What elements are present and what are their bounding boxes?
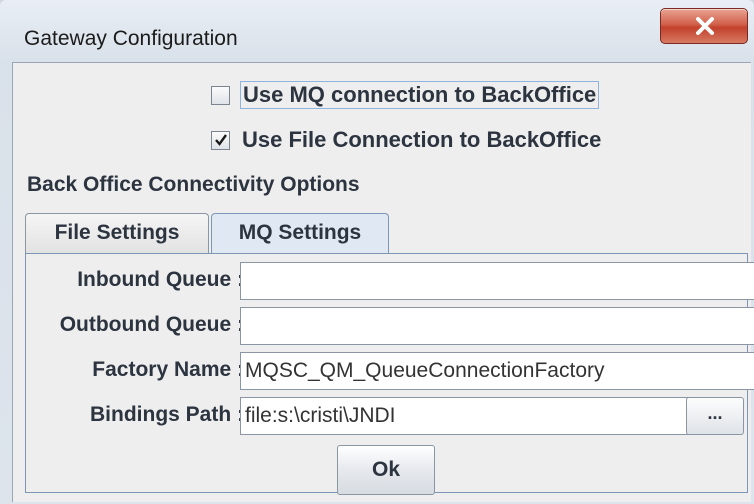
gateway-configuration-dialog: Gateway Configuration Use MQ connection … — [0, 0, 754, 504]
factory-name-label: Factory Name : — [92, 358, 244, 381]
factory-name-input[interactable]: MQSC_QM_QueueConnectionFactory — [240, 352, 754, 390]
tab-file-settings[interactable]: File Settings — [25, 213, 209, 253]
file-connection-label[interactable]: Use File Connection to BackOffice — [240, 126, 603, 154]
bindings-path-input[interactable]: file:s:\cristi\JNDI — [240, 397, 698, 435]
ok-button[interactable]: Ok — [337, 445, 435, 495]
checkmark-icon — [215, 133, 227, 146]
tab-mq-settings[interactable]: MQ Settings — [211, 213, 389, 255]
mq-connection-checkbox[interactable] — [211, 85, 230, 105]
mq-connection-label[interactable]: Use MQ connection to BackOffice — [240, 81, 600, 109]
bindings-path-label: Bindings Path : — [90, 403, 244, 426]
outbound-queue-input[interactable] — [240, 307, 754, 345]
inbound-queue-input[interactable] — [240, 262, 754, 300]
window-title: Gateway Configuration — [24, 27, 238, 50]
browse-button[interactable]: ... — [686, 397, 744, 435]
inbound-queue-label: Inbound Queue : — [77, 268, 244, 291]
dialog-content: Use MQ connection to BackOffice Use File… — [12, 62, 754, 502]
section-title: Back Office Connectivity Options — [27, 173, 360, 196]
close-button[interactable] — [660, 8, 748, 44]
file-connection-option[interactable]: Use File Connection to BackOffice — [211, 126, 603, 154]
close-icon — [696, 17, 714, 35]
mq-connection-option[interactable]: Use MQ connection to BackOffice — [211, 81, 600, 109]
file-connection-checkbox[interactable] — [211, 130, 230, 150]
outbound-queue-label: Outbound Queue : — [59, 313, 244, 336]
title-bar[interactable]: Gateway Configuration — [0, 0, 754, 60]
